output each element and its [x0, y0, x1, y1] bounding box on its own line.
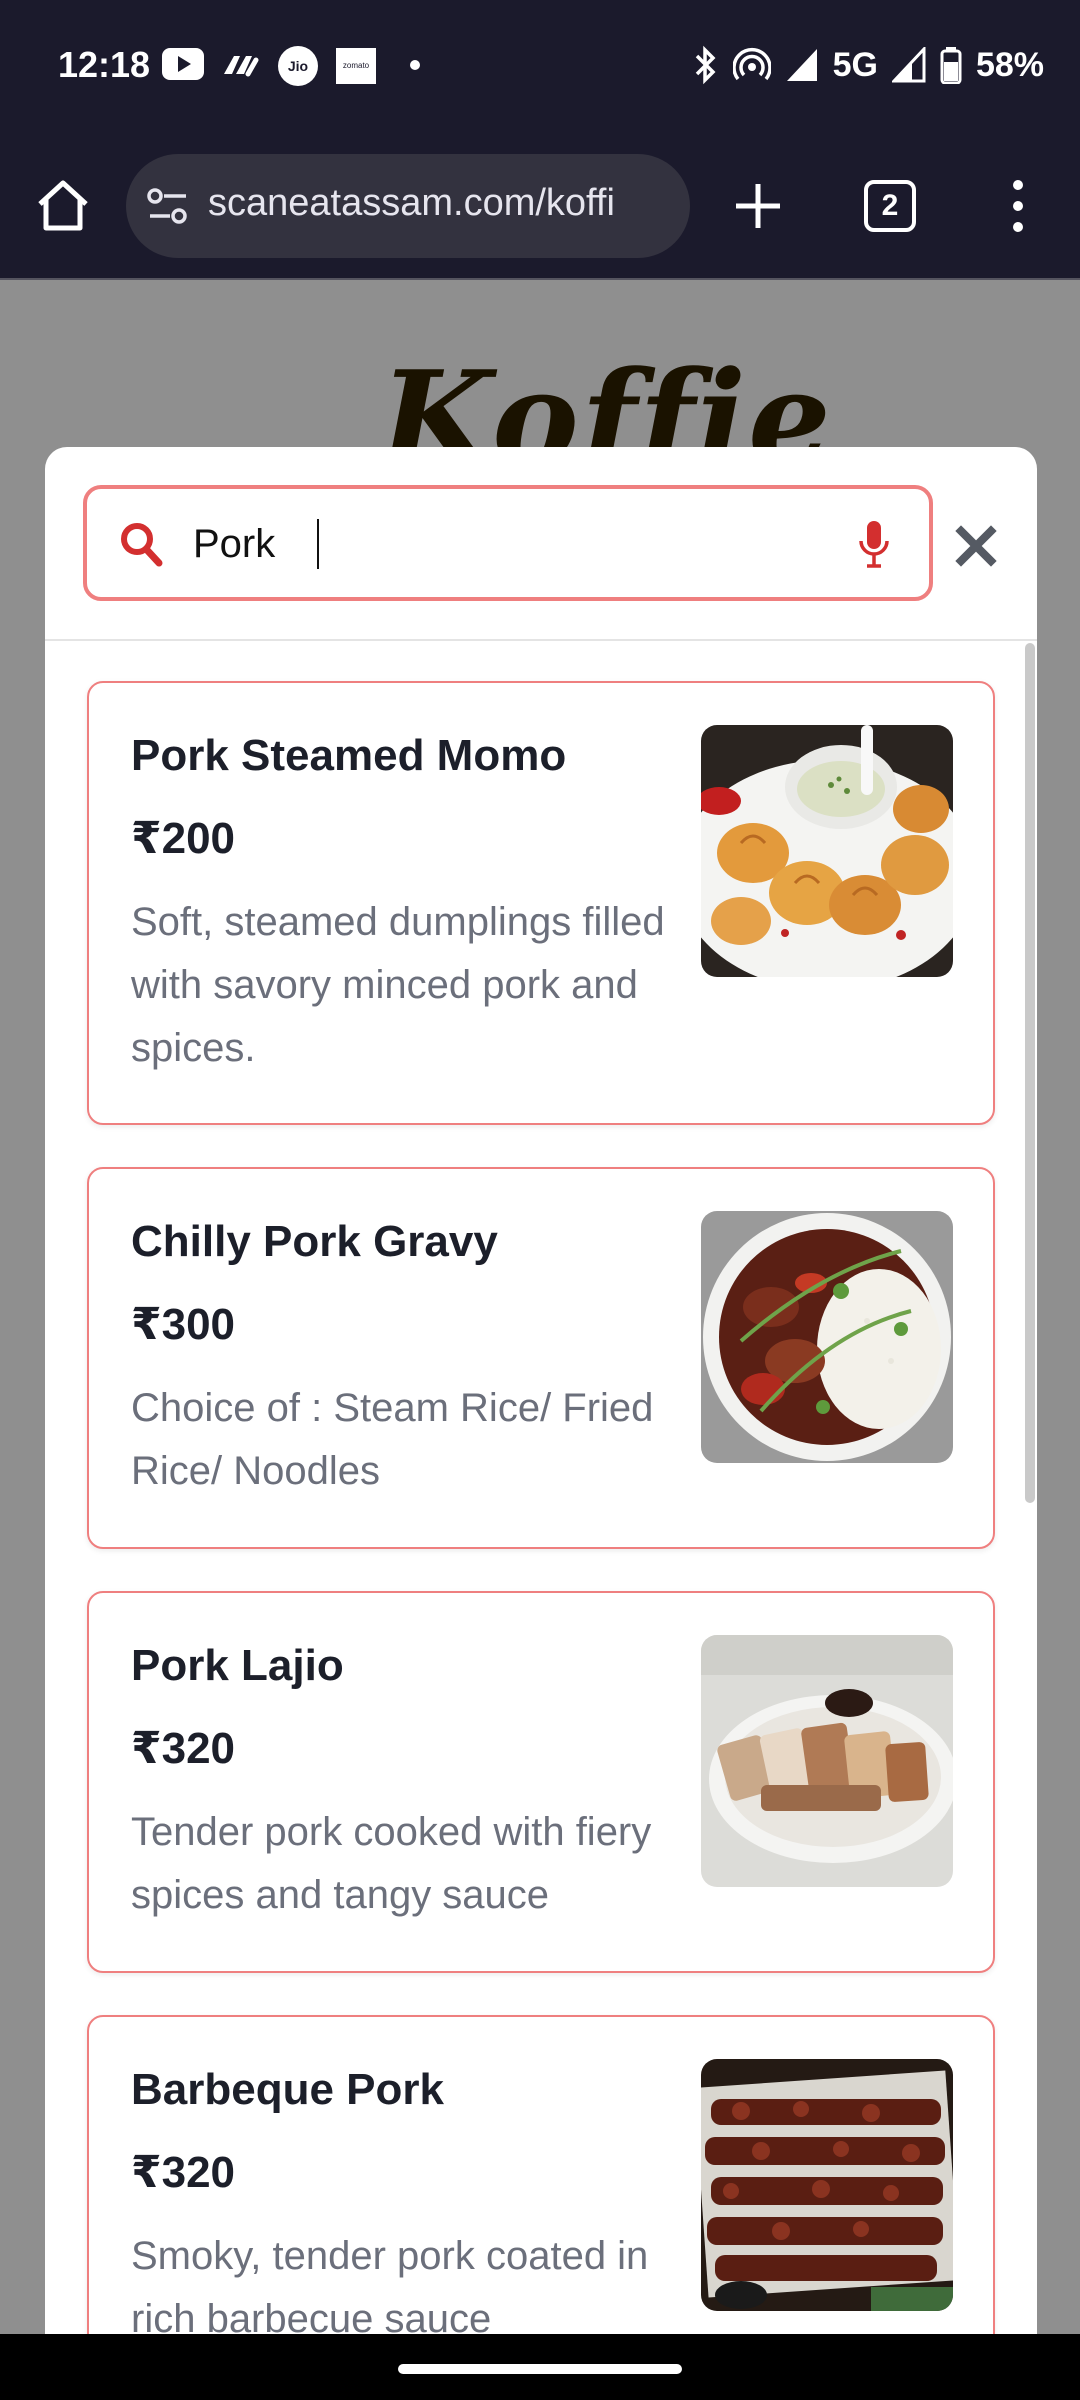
menu-item-price: ₹320 [131, 1724, 236, 1773]
search-results-list: Pork Steamed Momo ₹200 Soft, steamed dum… [45, 643, 1037, 2337]
menu-item-card[interactable]: Chilly Pork Gravy ₹300 Choice of : Steam… [87, 1167, 995, 1549]
menu-item-title: Barbeque Pork [131, 2065, 444, 2114]
close-icon[interactable] [953, 523, 999, 569]
tab-switcher-button[interactable]: 2 [864, 180, 916, 232]
hotspot-icon [732, 48, 771, 81]
search-icon [121, 523, 163, 567]
search-header [45, 447, 1037, 641]
battery-percent: 58% [975, 45, 1044, 84]
menu-item-description: Choice of : Steam Rice/ Fried Rice/ Nood… [131, 1386, 654, 1493]
menu-item-image [701, 1635, 953, 1887]
notification-dot-icon [410, 60, 420, 70]
menu-item-price: ₹320 [131, 2148, 236, 2197]
menu-item-image [701, 725, 953, 977]
text-caret [317, 519, 319, 569]
youtube-icon [162, 48, 204, 80]
address-bar[interactable]: scaneatassam.com/koffi [126, 154, 690, 258]
jio-icon: Jio [278, 46, 318, 86]
url-text: scaneatassam.com/koffi [208, 182, 615, 224]
zomato-icon: zomato [336, 48, 376, 84]
home-icon[interactable] [34, 176, 92, 234]
browser-toolbar: scaneatassam.com/koffi 2 [0, 132, 1080, 280]
menu-item-card[interactable]: Barbeque Pork ₹320 Smoky, tender pork co… [87, 2015, 995, 2337]
status-bar: 12:18 Jio zomato 5G 58% [0, 0, 1080, 132]
search-modal: Pork Steamed Momo ₹200 Soft, steamed dum… [45, 447, 1037, 2337]
menu-item-title: Pork Steamed Momo [131, 731, 567, 780]
signal-secondary-icon [891, 47, 926, 83]
menu-item-description: Tender pork cooked with fiery spices and… [131, 1810, 652, 1917]
system-nav-bar [0, 2334, 1080, 2400]
results-scrollbar[interactable] [1025, 643, 1035, 1503]
search-box[interactable] [83, 485, 933, 601]
menu-item-card[interactable]: Pork Lajio ₹320 Tender pork cooked with … [87, 1591, 995, 1973]
menu-item-description: Soft, steamed dumplings filled with savo… [131, 900, 665, 1070]
more-menu-icon[interactable] [1004, 176, 1032, 236]
menu-item-price: ₹300 [131, 1300, 236, 1349]
menu-item-description: Smoky, tender pork coated in rich barbec… [131, 2234, 649, 2337]
paytm-icon [224, 56, 259, 77]
menu-item-card[interactable]: Pork Steamed Momo ₹200 Soft, steamed dum… [87, 681, 995, 1125]
site-settings-icon[interactable] [146, 186, 190, 226]
gesture-handle[interactable] [398, 2364, 682, 2374]
status-right-group: 5G 58% [693, 40, 1044, 90]
new-tab-icon[interactable] [730, 178, 786, 234]
menu-item-title: Pork Lajio [131, 1641, 344, 1690]
menu-item-image [701, 2059, 953, 2311]
menu-item-title: Chilly Pork Gravy [131, 1217, 498, 1266]
battery-icon [940, 47, 962, 84]
status-time: 12:18 [58, 44, 151, 85]
menu-item-image [701, 1211, 953, 1463]
bluetooth-icon [695, 45, 716, 85]
search-input[interactable] [193, 509, 823, 579]
network-label: 5G [832, 45, 878, 84]
microphone-icon[interactable] [857, 519, 891, 571]
menu-item-price: ₹200 [131, 814, 236, 863]
signal-icon [786, 49, 817, 81]
